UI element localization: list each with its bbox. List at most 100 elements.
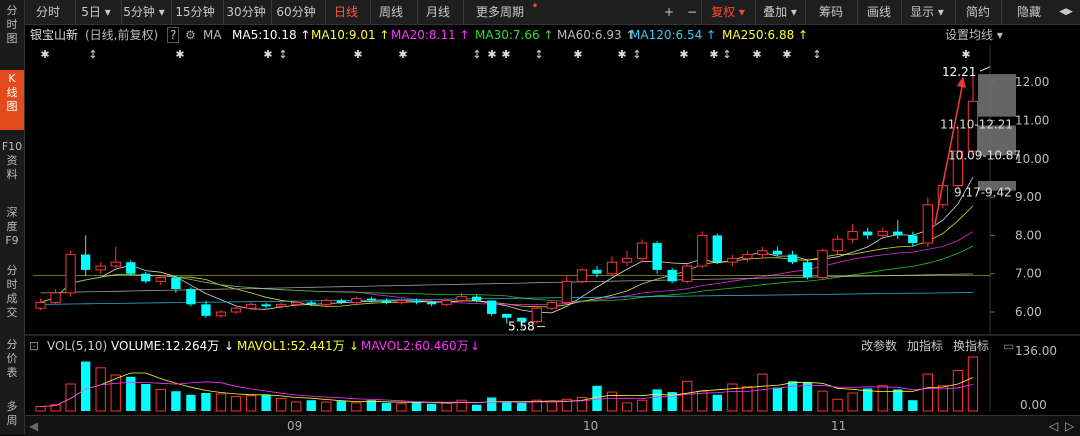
volume-bar <box>245 395 257 412</box>
volume-bar <box>922 373 934 412</box>
volume-bar <box>772 387 783 411</box>
kline-chart[interactable]: ✱ ↕ ✱ ✱ ↕ ✱ ✱ ↕ ✱ ✱ ↕ ✱ ✱ ↕ ✱ ✱ ↕ ✱ ✱ ↕ ✱12.0011.0010.009.00… <box>25 45 1080 415</box>
ma-value: MA120:6.54 ↑ <box>630 28 717 42</box>
candle-body <box>576 269 588 282</box>
candle-body <box>141 273 151 282</box>
toolbar-button[interactable]: − <box>682 0 702 24</box>
period-tab[interactable]: 月线 <box>417 0 458 24</box>
add-indicator-button[interactable]: 加指标 <box>907 336 943 356</box>
event-marker-icon: ✱ <box>40 48 49 61</box>
period-tab[interactable]: 更多周期 <box>463 0 536 24</box>
help-icon[interactable]: ? <box>167 27 180 43</box>
scroll-arrows-icon[interactable]: ◀▶ <box>1053 0 1079 24</box>
collapse-icon[interactable]: ⊡ <box>29 336 39 356</box>
toolbar-button[interactable]: 复权 ▾ <box>701 0 754 24</box>
sidebar-tab[interactable]: 分 时 成 交 <box>0 262 24 328</box>
ma-value: MA10:9.01 ↑ <box>311 28 390 42</box>
candle-body <box>381 300 392 303</box>
event-marker-icon: ✱ <box>617 48 626 61</box>
toolbar-button[interactable]: 显示 ▾ <box>901 0 952 24</box>
top-toolbar: 分时 5日 ▾ 5分钟 ▾ 15分钟 30分钟 60分钟 日线 周线 月线 更多周期 • + − 复权 ▾… <box>25 0 1080 25</box>
candle-body <box>126 262 136 274</box>
toolbar-button[interactable]: + <box>658 0 680 24</box>
event-marker-icon: ↕ <box>632 48 641 61</box>
price-tick-label: 12.00 <box>1015 75 1049 89</box>
volume-bar <box>201 393 211 411</box>
period-tab[interactable]: 5日 ▾ <box>75 0 116 24</box>
event-marker-icon: ✱ <box>961 48 970 61</box>
panel-close-icon[interactable]: ▭ <box>1003 336 1014 356</box>
candle-body <box>215 311 227 317</box>
volume-bar <box>95 367 106 412</box>
volume-bar <box>742 386 753 412</box>
volume-bar <box>306 400 316 411</box>
zoom-out-icon[interactable]: ◁ <box>1049 416 1058 436</box>
gear-icon[interactable]: ⚙ <box>185 25 196 45</box>
mavol1-value: MAVOL1:52.441万 <box>237 339 345 353</box>
candle-body <box>772 250 783 255</box>
chip-range-label: 11.10-12.21 <box>940 118 1013 132</box>
candle-body <box>922 204 934 244</box>
sidebar-tab[interactable]: F10 资 料 <box>0 138 24 196</box>
chart-mode: (日线,前复权) <box>85 28 159 42</box>
volume-bar <box>110 374 121 412</box>
sidebar-tab[interactable]: 分 价 表 <box>0 336 24 388</box>
period-tab[interactable]: 分时 <box>27 0 69 24</box>
sidebar-tab[interactable]: K 线 图 <box>0 70 24 130</box>
candle-body <box>487 300 497 314</box>
candle-body <box>456 296 467 302</box>
volume-bar <box>952 370 964 412</box>
candle-body <box>682 265 693 282</box>
volume-bar <box>366 400 377 411</box>
candle-body <box>171 277 181 290</box>
candle-body <box>321 300 332 305</box>
volume-bar <box>426 403 437 411</box>
volume-bar <box>230 396 242 412</box>
candle-body <box>697 234 708 267</box>
candle-body <box>712 235 722 263</box>
toolbar-button[interactable]: 筹码 <box>805 0 856 24</box>
period-tab[interactable]: 60分钟 <box>271 0 320 24</box>
period-tab[interactable]: 日线 <box>325 0 366 24</box>
candle-body <box>847 231 858 240</box>
scroll-left-icon[interactable]: ◀ <box>29 416 38 436</box>
sidebar-tab[interactable]: 多 周 <box>0 398 24 436</box>
candle-body <box>667 269 677 282</box>
candle-body <box>742 254 753 259</box>
volume-bar <box>291 401 302 412</box>
month-label: 09 <box>287 419 303 433</box>
candle-body <box>65 254 76 294</box>
period-tab[interactable]: 30分钟 <box>223 0 268 24</box>
period-tab[interactable]: 周线 <box>370 0 411 24</box>
toolbar-button[interactable]: 隐藏 <box>1001 0 1056 24</box>
candle-body <box>291 301 302 305</box>
volume-tick-label: 0.00 <box>1020 398 1047 412</box>
candle-body <box>877 231 888 236</box>
event-marker-icon: ✱ <box>679 48 688 61</box>
event-marker-icon: ↕ <box>812 48 821 61</box>
sidebar-tab[interactable]: 分 时 图 <box>0 2 24 50</box>
volume-bar <box>817 390 828 412</box>
volume-bar <box>546 401 558 412</box>
toolbar-button[interactable]: 画线 <box>857 0 900 24</box>
ma-value: MA5:10.18 ↑ <box>232 28 311 42</box>
volume-bar <box>967 356 979 412</box>
candle-body <box>863 231 873 236</box>
toolbar-button[interactable]: 叠加 ▾ <box>755 0 804 24</box>
chip-range-box <box>978 74 1016 117</box>
event-marker-icon: ✱ <box>487 48 496 61</box>
volume-bar <box>757 373 768 412</box>
volume-bar <box>171 391 181 411</box>
candle-body <box>201 304 211 316</box>
switch-indicator-button[interactable]: 换指标 <box>953 336 989 356</box>
sidebar-tab[interactable]: 深 度 F9 <box>0 204 24 256</box>
period-tab[interactable]: 15分钟 <box>171 0 218 24</box>
change-params-button[interactable]: 改参数 <box>861 336 897 356</box>
volume-arrow-icon: ↓ <box>224 339 235 353</box>
volume-bar <box>471 404 482 411</box>
ma-settings-button[interactable]: 设置均线 ▾ <box>945 25 1003 45</box>
volume-bar <box>727 383 738 412</box>
toolbar-button[interactable]: 简约 <box>955 0 1000 24</box>
zoom-in-icon[interactable]: ▷ <box>1065 416 1074 436</box>
period-tab[interactable]: 5分钟 ▾ <box>121 0 166 24</box>
